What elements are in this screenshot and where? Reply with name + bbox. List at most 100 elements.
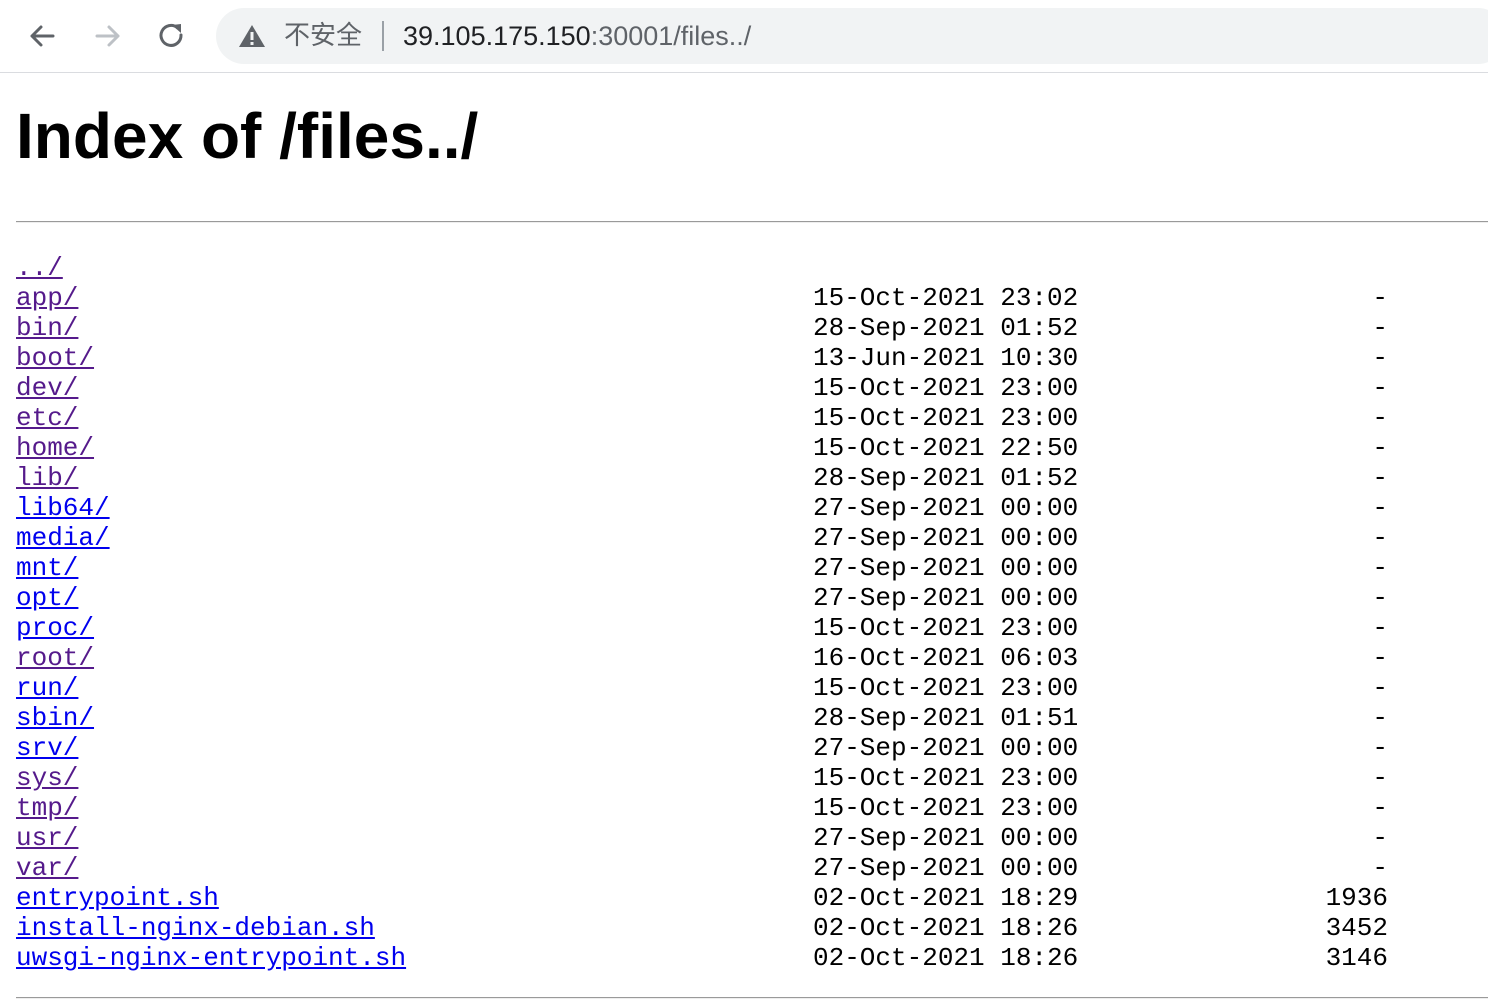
entry-link[interactable]: srv/ [16,733,78,763]
entry-date: 02-Oct-2021 18:29 [813,883,1079,913]
entry-size: - [1372,553,1388,583]
arrow-left-icon [30,25,55,47]
entry-size: - [1372,643,1388,673]
table-row: sys/15-Oct-2021 23:00 - [16,763,1456,793]
table-row: boot/13-Jun-2021 10:30 - [16,343,1456,373]
entry-link[interactable]: var/ [16,853,78,883]
table-row: install-nginx-debian.sh 02-Oct-2021 18:26… [16,913,1456,943]
entry-size: 3452 [1325,913,1388,943]
reload-icon [159,23,183,47]
browser-toolbar: 不安全 39.105.175.150:30001/files../ [0,0,1488,73]
entry-size: - [1372,403,1388,433]
entry-size: - [1372,673,1388,703]
entry-size: - [1372,583,1388,613]
entry-link[interactable]: tmp/ [16,793,78,823]
entry-size: - [1372,463,1388,493]
entry-size: - [1372,613,1388,643]
parent-directory-link[interactable]: ../ [16,253,63,283]
table-row: app/15-Oct-2021 23:02 - [16,283,1456,313]
table-row: home/15-Oct-2021 22:50 - [16,433,1456,463]
entry-link[interactable]: lib64/ [16,493,110,523]
entry-date: 28-Sep-2021 01:52 [813,313,1079,343]
warning-triangle-icon[interactable] [238,24,266,48]
entry-date: 13-Jun-2021 10:30 [813,343,1079,373]
address-bar[interactable]: 不安全 39.105.175.150:30001/files../ [216,8,1488,64]
divider-bottom [16,997,1488,999]
entry-date: 02-Oct-2021 18:26 [813,913,1079,943]
forward-button[interactable] [86,14,130,58]
entry-date: 15-Oct-2021 23:00 [813,793,1079,823]
entry-link[interactable]: install-nginx-debian.sh [16,913,375,943]
table-row: lib64/27-Sep-2021 00:00 - [16,493,1456,523]
table-row: srv/27-Sep-2021 00:00 - [16,733,1456,763]
entry-link[interactable]: home/ [16,433,94,463]
entry-link[interactable]: etc/ [16,403,78,433]
entry-size: - [1372,313,1388,343]
entry-date: 15-Oct-2021 23:00 [813,403,1079,433]
entry-link[interactable]: lib/ [16,463,78,493]
table-row: var/27-Sep-2021 00:00 - [16,853,1456,883]
back-button[interactable] [20,14,64,58]
entry-link[interactable]: run/ [16,673,78,703]
entry-date: 15-Oct-2021 23:00 [813,613,1079,643]
entry-size: 1936 [1325,883,1388,913]
entry-size: - [1372,343,1388,373]
entry-size: - [1372,493,1388,523]
entry-link[interactable]: proc/ [16,613,94,643]
parent-row: ../ [16,253,1456,283]
entry-size: - [1372,823,1388,853]
security-status-label[interactable]: 不安全 [284,20,362,52]
entry-size: - [1372,793,1388,823]
entry-link[interactable]: boot/ [16,343,94,373]
entry-date: 27-Sep-2021 00:00 [813,733,1079,763]
entry-link[interactable]: uwsgi-nginx-entrypoint.sh [16,943,406,973]
entry-date: 15-Oct-2021 23:00 [813,673,1079,703]
entry-size: - [1372,373,1388,403]
entry-size: - [1372,733,1388,763]
url-path: :30001/files../ [590,21,752,51]
entry-size: - [1372,283,1388,313]
table-row: lib/28-Sep-2021 01:52 - [16,463,1456,493]
entry-date: 27-Sep-2021 00:00 [813,853,1079,883]
entry-size: - [1372,853,1388,883]
table-row: dev/15-Oct-2021 23:00 - [16,373,1456,403]
entry-size: - [1372,703,1388,733]
table-row: run/15-Oct-2021 23:00 - [16,673,1456,703]
reload-button[interactable] [150,14,194,58]
entry-link[interactable]: sys/ [16,763,78,793]
entry-date: 27-Sep-2021 00:00 [813,823,1079,853]
table-row: proc/15-Oct-2021 23:00 - [16,613,1456,643]
table-row: mnt/27-Sep-2021 00:00 - [16,553,1456,583]
arrow-right-icon [95,25,120,47]
url-text[interactable]: 39.105.175.150:30001/files../ [403,20,751,52]
table-row: opt/27-Sep-2021 00:00 - [16,583,1456,613]
entry-date: 27-Sep-2021 00:00 [813,553,1079,583]
entry-date: 15-Oct-2021 23:00 [813,763,1079,793]
entry-link[interactable]: mnt/ [16,553,78,583]
entry-link[interactable]: root/ [16,643,94,673]
entry-date: 15-Oct-2021 22:50 [813,433,1079,463]
table-row: root/16-Oct-2021 06:03 - [16,643,1456,673]
entry-link[interactable]: media/ [16,523,110,553]
page-title: Index of /files../ [16,100,479,172]
entry-link[interactable]: bin/ [16,313,78,343]
entry-date: 27-Sep-2021 00:00 [813,583,1079,613]
entry-date: 27-Sep-2021 00:00 [813,523,1079,553]
table-row: sbin/28-Sep-2021 01:51 - [16,703,1456,733]
entry-size: - [1372,433,1388,463]
entry-link[interactable]: app/ [16,283,78,313]
entry-link[interactable]: entrypoint.sh [16,883,219,913]
entry-date: 28-Sep-2021 01:52 [813,463,1079,493]
entry-link[interactable]: dev/ [16,373,78,403]
entry-link[interactable]: opt/ [16,583,78,613]
entry-link[interactable]: usr/ [16,823,78,853]
table-row: media/27-Sep-2021 00:00 - [16,523,1456,553]
entry-date: 16-Oct-2021 06:03 [813,643,1079,673]
entry-date: 27-Sep-2021 00:00 [813,493,1079,523]
entry-date: 02-Oct-2021 18:26 [813,943,1079,973]
divider-top [16,221,1488,223]
entry-date: 15-Oct-2021 23:02 [813,283,1079,313]
entry-link[interactable]: sbin/ [16,703,94,733]
entry-date: 28-Sep-2021 01:51 [813,703,1079,733]
directory-listing: ../ app/15-Oct-2021 23:02 - bin/28-Sep-202… [16,253,1456,973]
